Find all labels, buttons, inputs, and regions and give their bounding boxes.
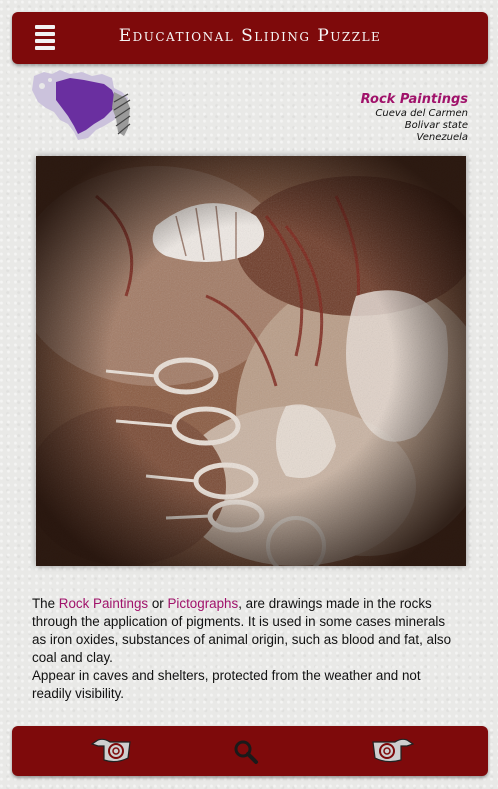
rock-paintings-term: Rock Paintings bbox=[58, 596, 149, 611]
app-title: Educational Sliding Puzzle bbox=[118, 26, 382, 46]
pictographs-term: Pictographs bbox=[167, 596, 239, 611]
pointing-hand-right-icon[interactable] bbox=[369, 734, 415, 770]
country-line: Venezuela bbox=[416, 132, 468, 143]
bottom-bar bbox=[12, 726, 488, 776]
top-bar: Educational Sliding Puzzle bbox=[12, 12, 488, 64]
venezuela-map-image bbox=[30, 68, 134, 142]
desc-text-2: Appear in caves and shelters, protected … bbox=[32, 668, 421, 701]
pointing-hand-left-icon[interactable] bbox=[90, 734, 134, 770]
state-line: Bolivar state bbox=[404, 120, 468, 131]
location-info: Rock Paintings Cueva del Carmen Bolivar … bbox=[361, 92, 468, 144]
desc-text: or bbox=[148, 596, 168, 611]
subject-title: Rock Paintings bbox=[360, 92, 468, 107]
magnifier-icon[interactable] bbox=[233, 739, 259, 769]
location-line: Cueva del Carmen bbox=[375, 108, 468, 119]
desc-text: The bbox=[32, 596, 59, 611]
description-text: The Rock Paintings or Pictographs, are d… bbox=[32, 595, 462, 703]
puzzle-image[interactable] bbox=[36, 156, 466, 566]
